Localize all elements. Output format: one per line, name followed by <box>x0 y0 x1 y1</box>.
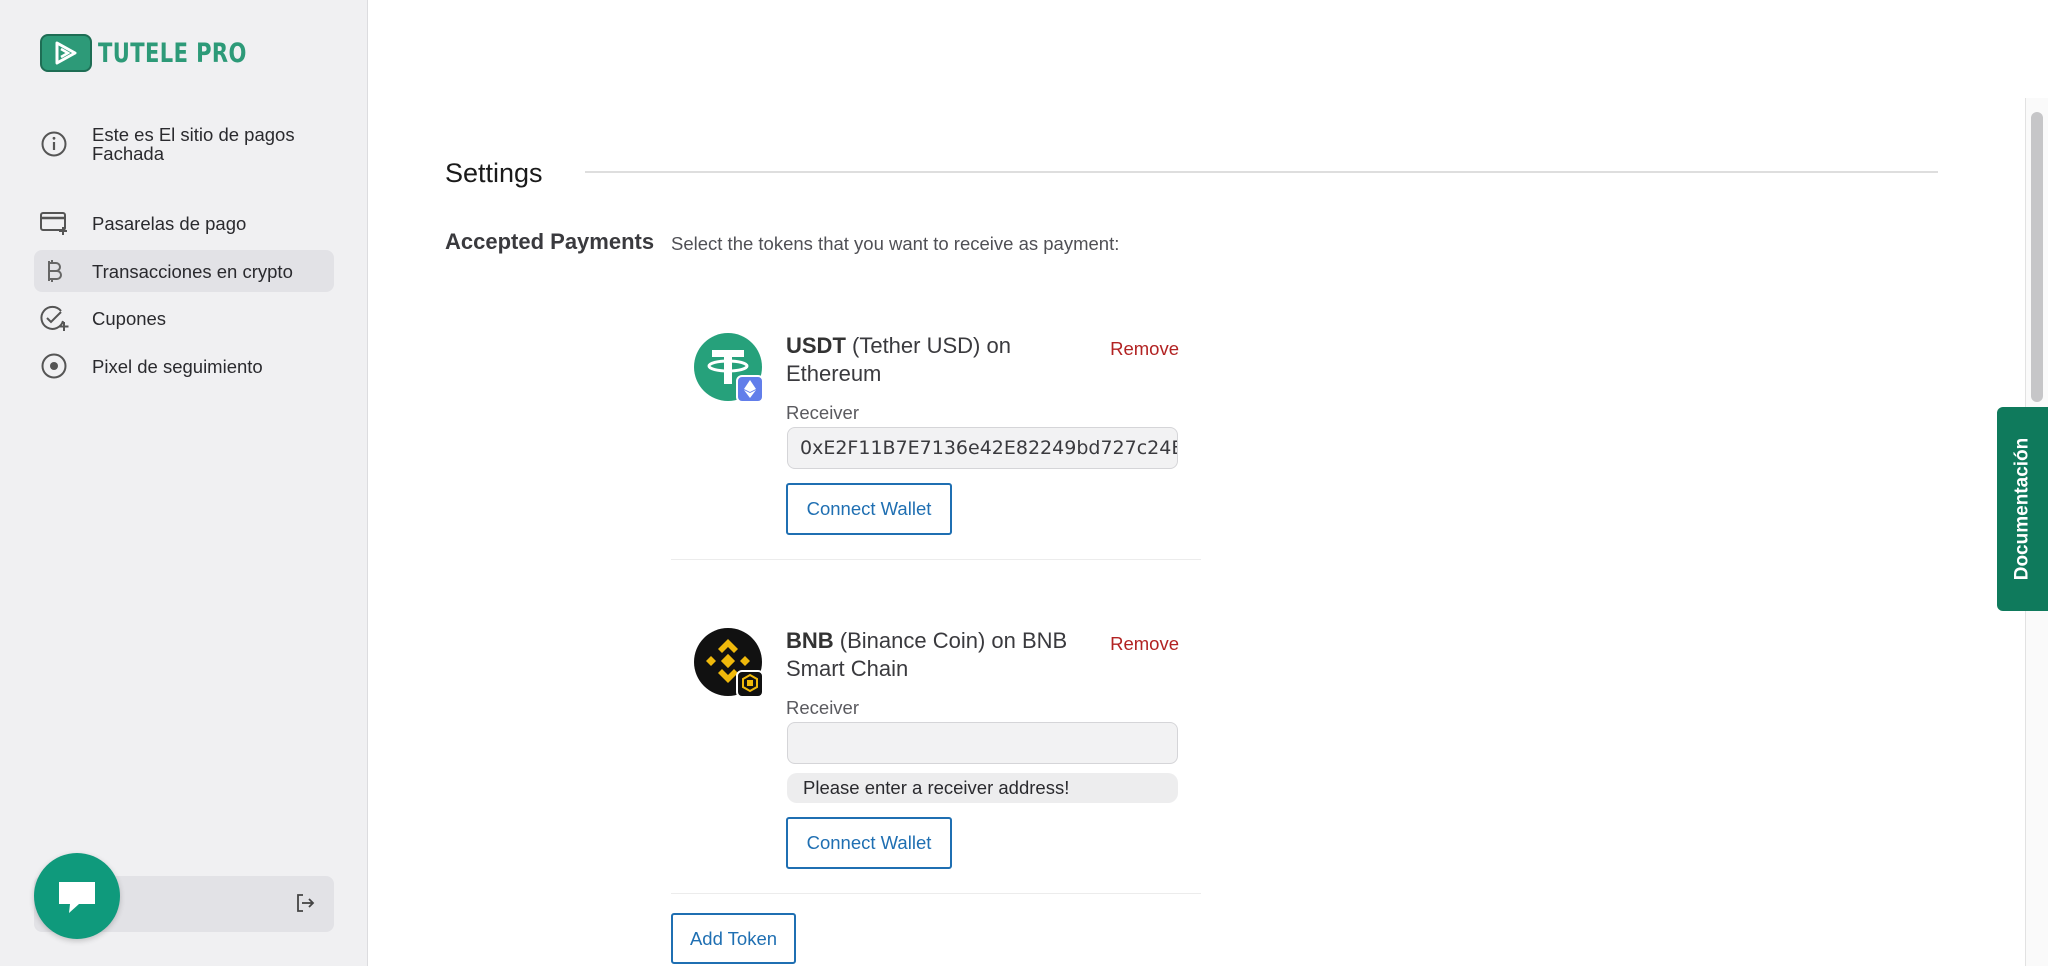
sidebar-item-label: Pixel de seguimiento <box>92 355 263 377</box>
receiver-label: Receiver <box>786 402 859 423</box>
logout-icon[interactable] <box>294 892 318 916</box>
remove-token-link[interactable]: Remove <box>1110 338 1179 360</box>
token-name: BNB (Binance Coin) on BNB Smart Chain <box>786 628 1068 681</box>
main-content: Settings Accepted Payments Select the to… <box>369 0 2048 966</box>
logo-play-icon <box>40 34 92 72</box>
token-name: USDT (Tether USD) on Ethereum <box>786 333 1011 386</box>
section-title: Accepted Payments <box>445 229 655 254</box>
sidebar-item-tracking-pixel[interactable]: Pixel de seguimiento <box>34 346 334 386</box>
sidebar-item-label: Cupones <box>92 307 167 329</box>
title-divider <box>585 171 1938 173</box>
remove-token-link[interactable]: Remove <box>1110 633 1179 655</box>
bitcoin-icon <box>34 251 74 291</box>
token-item-usdt: USDT (Tether USD) on Ethereum Remove Rec… <box>671 300 1201 560</box>
info-icon <box>34 124 74 164</box>
sidebar: TUTELE PRO Este es El sitio de pagos Fac… <box>0 0 368 966</box>
token-divider <box>671 893 1201 894</box>
receiver-input[interactable]: 0xE2F11B7E7136e42E82249bd727c24E <box>787 427 1178 469</box>
sidebar-item-coupons[interactable]: Cupones <box>34 298 334 338</box>
brand-name: TUTELE PRO <box>98 37 247 69</box>
connect-wallet-button[interactable]: Connect Wallet <box>786 483 952 535</box>
token-item-bnb: BNB (Binance Coin) on BNB Smart Chain Re… <box>671 595 1201 895</box>
receiver-label: Receiver <box>786 697 859 718</box>
credit-card-add-icon <box>34 203 74 243</box>
sidebar-item-crypto-transactions[interactable]: Transacciones en crypto <box>34 250 334 292</box>
token-divider <box>671 559 1201 560</box>
target-dot-icon <box>34 346 74 386</box>
sidebar-item-label: Pasarelas de pago <box>92 212 247 234</box>
scrollbar-thumb[interactable] <box>2031 112 2043 402</box>
documentation-tab-label: Documentación <box>2011 437 2033 581</box>
receiver-input[interactable] <box>787 722 1178 764</box>
sidebar-item-label: Transacciones en crypto <box>92 260 293 282</box>
connect-wallet-button[interactable]: Connect Wallet <box>786 817 952 869</box>
add-token-button[interactable]: Add Token <box>671 913 796 964</box>
bnb-logo-icon <box>693 627 764 698</box>
chat-button[interactable] <box>34 853 120 939</box>
validation-error: Please enter a receiver address! <box>787 773 1178 803</box>
documentation-tab[interactable]: Documentación <box>1997 407 2048 611</box>
sidebar-item-site-info[interactable]: Este es El sitio de pagos Fachada <box>34 124 334 164</box>
sidebar-item-payment-gateways[interactable]: Pasarelas de pago <box>34 203 334 243</box>
section-description: Select the tokens that you want to recei… <box>671 233 1120 254</box>
chat-bubble-icon <box>59 882 95 913</box>
page-title: Settings <box>445 158 543 188</box>
check-plus-icon <box>34 298 74 338</box>
sidebar-item-label: Este es El sitio de pagos Fachada <box>92 124 295 164</box>
brand-logo[interactable]: TUTELE PRO <box>40 34 289 72</box>
usdt-logo-icon <box>693 332 764 403</box>
